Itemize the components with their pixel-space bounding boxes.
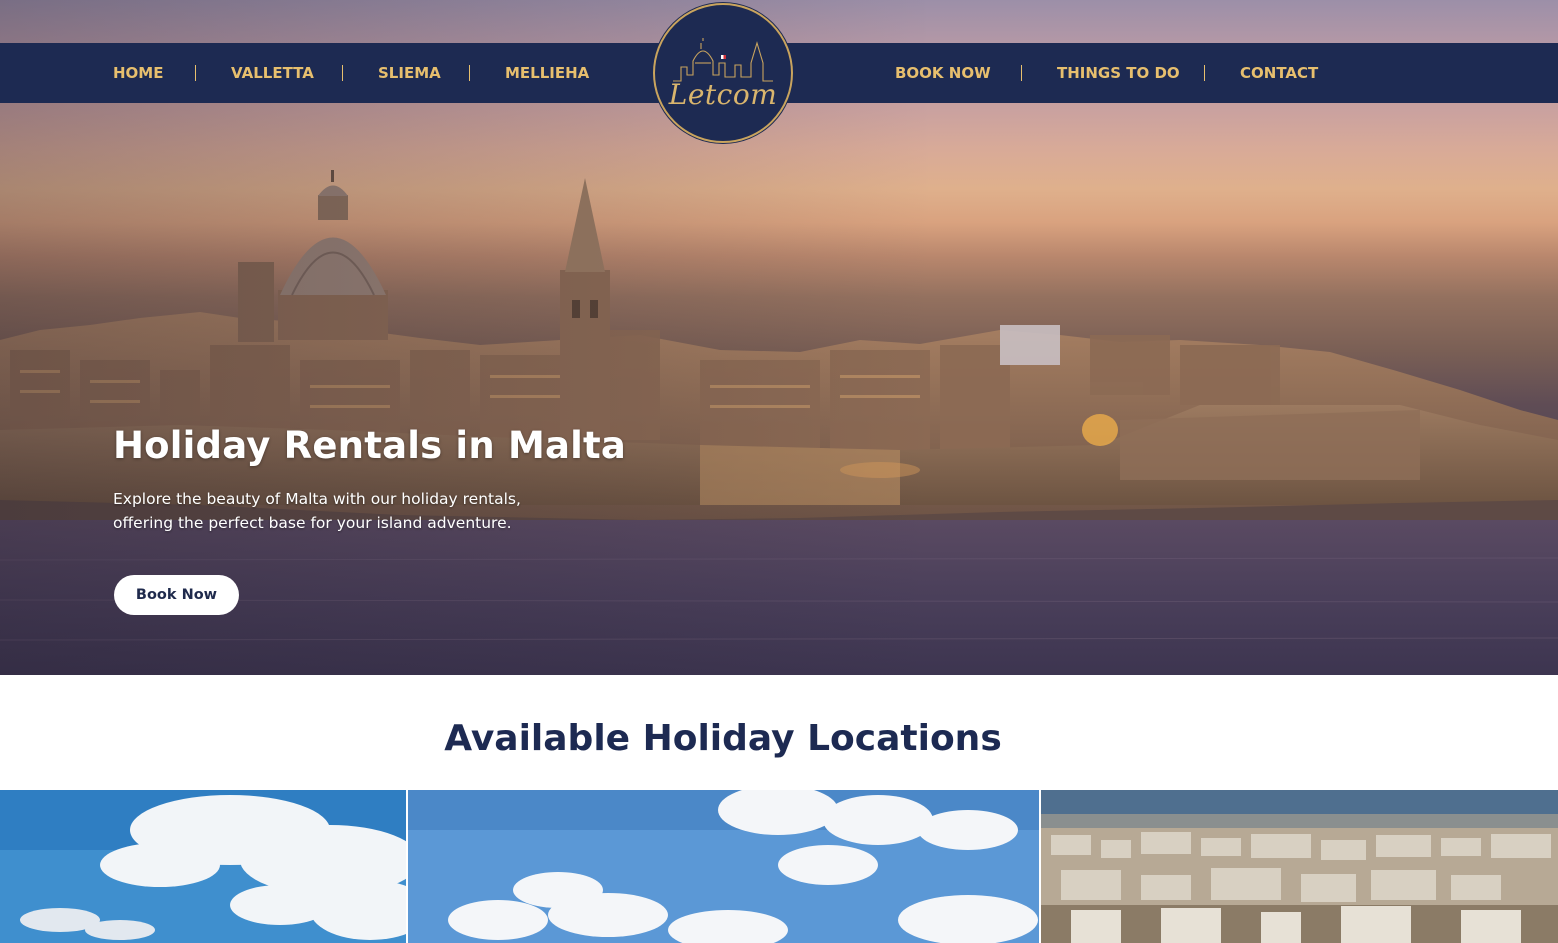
nav-divider <box>1204 65 1205 81</box>
nav-mellieha[interactable]: MELLIEHA <box>505 43 589 103</box>
locations-title: Available Holiday Locations <box>444 718 1002 759</box>
location-card-image <box>1041 790 1558 943</box>
nav-sliema[interactable]: SLIEMA <box>378 43 441 103</box>
hero-book-now-button[interactable]: Book Now <box>114 575 239 615</box>
nav-divider <box>1021 65 1022 81</box>
hero-subtitle: Explore the beauty of Malta with our hol… <box>113 490 521 532</box>
nav-divider <box>342 65 343 81</box>
nav-divider <box>195 65 196 81</box>
location-card-image <box>408 790 1039 943</box>
nav-contact[interactable]: CONTACT <box>1240 43 1318 103</box>
nav-divider <box>469 65 470 81</box>
skyline-logo-icon <box>673 38 773 82</box>
nav-book-now[interactable]: BOOK NOW <box>895 43 991 103</box>
location-card[interactable] <box>1041 790 1558 943</box>
logo-wordmark: Letcom <box>668 78 778 111</box>
location-card-image <box>0 790 406 943</box>
hero-title: Holiday Rentals in Malta <box>113 424 627 467</box>
nav-valletta[interactable]: VALLETTA <box>231 43 314 103</box>
nav-home[interactable]: HOME <box>113 43 163 103</box>
location-card[interactable] <box>0 790 406 943</box>
site-logo[interactable]: Letcom <box>653 3 793 143</box>
nav-things-to-do[interactable]: THINGS TO DO <box>1057 43 1180 103</box>
location-card[interactable] <box>408 790 1039 943</box>
